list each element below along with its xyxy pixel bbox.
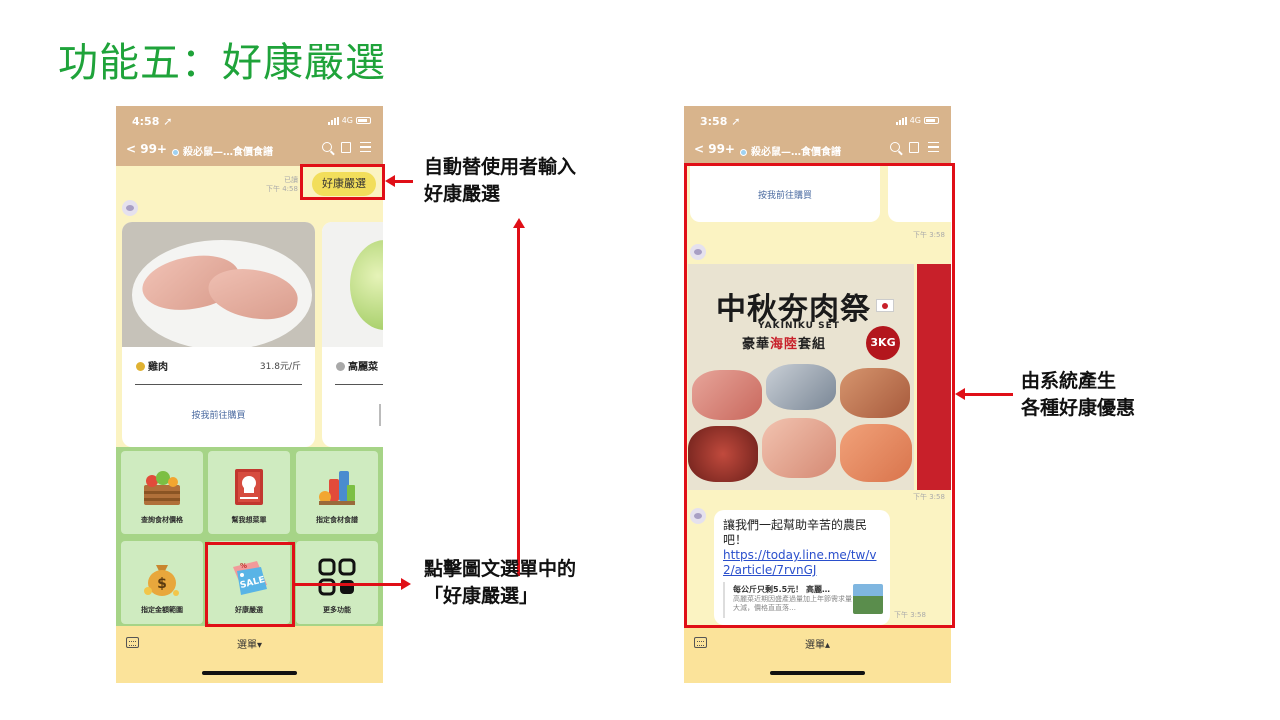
notes-icon[interactable] bbox=[909, 142, 919, 153]
chat-header: 3:58 ➚ 4G < 99+ 殺必鼠—…食價食譜 bbox=[684, 106, 951, 166]
chat-header: 4:58 ➚ 4G < 99+ 殺必鼠—…食價食譜 bbox=[116, 106, 383, 166]
verified-icon bbox=[172, 148, 179, 156]
menu-tile-recipe[interactable]: 指定食材食譜 bbox=[296, 451, 378, 534]
buy-link[interactable]: 按我前往購買 bbox=[122, 408, 315, 421]
menu-tile-label: 指定金額範圍 bbox=[141, 606, 183, 614]
product-card: 雞肉 31.8元/斤 按我前往購買 bbox=[122, 222, 315, 447]
menu-icon[interactable] bbox=[928, 142, 939, 152]
money-bag-icon: $ bbox=[144, 565, 179, 596]
divider bbox=[335, 384, 383, 385]
arrow-to-sent-message bbox=[393, 180, 413, 183]
silver-medal-icon bbox=[336, 362, 345, 371]
network-label: 4G bbox=[341, 116, 353, 125]
menu-tile-label: 幫我想菜單 bbox=[231, 516, 267, 524]
back-button[interactable]: < 99+ bbox=[126, 142, 167, 156]
chat-footer: 選單▴ bbox=[684, 626, 951, 683]
chat-title-text: 殺必鼠—…食價食譜 bbox=[183, 147, 273, 158]
svg-text:$: $ bbox=[157, 576, 167, 592]
slide-title: 功能五：好康嚴選 bbox=[58, 40, 386, 86]
home-indicator bbox=[770, 671, 865, 675]
arrow-up-connector bbox=[517, 228, 520, 576]
network-label: 4G bbox=[909, 116, 921, 125]
menu-toggle[interactable]: 選單▴ bbox=[684, 636, 951, 651]
menu-tile-menu-ideas[interactable]: 幫我想菜單 bbox=[208, 451, 290, 534]
search-icon[interactable] bbox=[322, 142, 332, 152]
notes-icon[interactable] bbox=[341, 142, 351, 153]
annotation-system-deals: 由系統產生 各種好康優惠 bbox=[1021, 370, 1136, 419]
highlight-deals-tile bbox=[205, 542, 295, 627]
highlight-generated-deals bbox=[684, 163, 955, 628]
status-indicators: 4G bbox=[895, 116, 939, 125]
arrowhead-left-icon bbox=[385, 175, 395, 187]
recipe-book-icon bbox=[235, 469, 263, 505]
arrowhead-left-icon bbox=[955, 388, 965, 400]
status-indicators: 4G bbox=[327, 116, 371, 125]
back-button[interactable]: < 99+ bbox=[694, 142, 735, 156]
gold-medal-icon bbox=[136, 362, 145, 371]
menu-tile-price[interactable]: 查詢食材價格 bbox=[121, 451, 203, 534]
button-edge bbox=[379, 404, 381, 426]
read-receipt: 已讀 下午 4:58 bbox=[266, 176, 298, 194]
arrow-to-annotation bbox=[295, 583, 401, 586]
message-time: 下午 4:58 bbox=[266, 185, 298, 193]
menu-toggle[interactable]: 選單▾ bbox=[116, 636, 383, 651]
grid-icon bbox=[318, 558, 356, 596]
chat-title: 殺必鼠—…食價食譜 bbox=[172, 143, 273, 158]
verified-icon bbox=[740, 148, 747, 156]
highlight-sent-message bbox=[300, 164, 385, 200]
arrowhead-up-icon bbox=[512, 218, 525, 228]
search-icon[interactable] bbox=[890, 142, 900, 152]
header-actions bbox=[890, 142, 939, 153]
status-time: 3:58 ➚ bbox=[700, 115, 741, 128]
header-actions bbox=[322, 142, 371, 153]
menu-tile-label: 更多功能 bbox=[323, 606, 351, 614]
battery-icon bbox=[356, 117, 371, 124]
groceries-icon bbox=[319, 471, 355, 505]
product-name: 雞肉 bbox=[136, 358, 168, 373]
chat-title: 殺必鼠—…食價食譜 bbox=[740, 143, 841, 158]
divider bbox=[135, 384, 302, 385]
arrowhead-right-icon bbox=[401, 578, 411, 590]
product-price: 31.8元/斤 bbox=[259, 362, 301, 372]
chat-footer: 選單▾ bbox=[116, 626, 383, 683]
signal-icon bbox=[895, 116, 907, 125]
cabbage-image bbox=[322, 222, 383, 347]
arrow-to-deals bbox=[965, 393, 1013, 396]
chicken-image bbox=[122, 222, 315, 347]
menu-tile-budget[interactable]: $ 指定金額範圍 bbox=[121, 541, 203, 624]
read-label: 已讀 bbox=[283, 176, 298, 184]
annotation-auto-input: 自動替使用者輸入 好康嚴選 bbox=[424, 156, 577, 205]
home-indicator bbox=[202, 671, 297, 675]
annotation-click-menu: 點擊圖文選單中的 「好康嚴選」 bbox=[424, 558, 577, 607]
menu-icon[interactable] bbox=[360, 142, 371, 152]
menu-tile-label: 指定食材食譜 bbox=[316, 516, 358, 524]
chat-title-text: 殺必鼠—…食價食譜 bbox=[751, 147, 841, 158]
bot-avatar[interactable] bbox=[122, 200, 138, 216]
vegetable-crate-icon bbox=[144, 471, 180, 505]
signal-icon bbox=[327, 116, 339, 125]
menu-tile-label: 查詢食材價格 bbox=[141, 516, 183, 524]
product-name: 高麗菜 bbox=[336, 358, 378, 373]
status-time: 4:58 ➚ bbox=[132, 115, 173, 128]
product-card: 高麗菜 bbox=[322, 222, 383, 447]
battery-icon bbox=[924, 117, 939, 124]
